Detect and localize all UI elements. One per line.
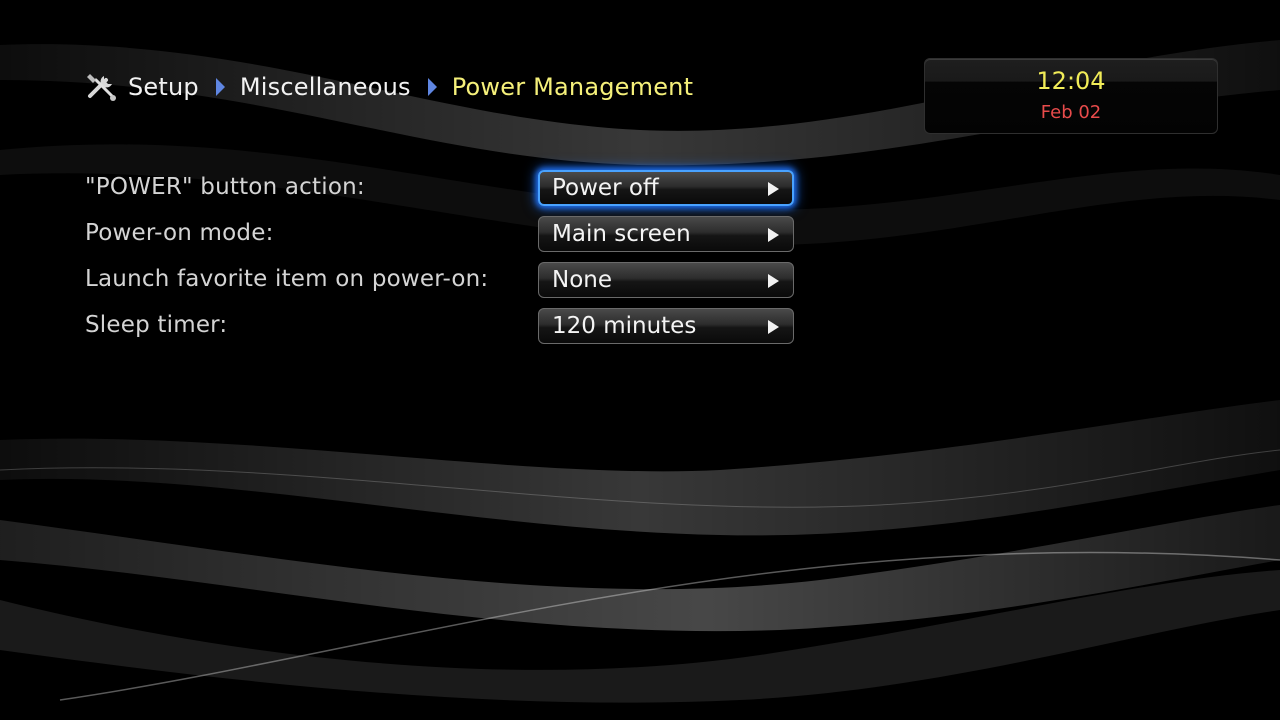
breadcrumb: Setup Miscellaneous Power Management xyxy=(84,68,693,106)
launch-favorite-selector[interactable]: None xyxy=(538,262,794,298)
chevron-right-icon xyxy=(215,78,225,96)
breadcrumb-item-miscellaneous[interactable]: Miscellaneous xyxy=(240,73,411,101)
tools-icon xyxy=(84,70,118,104)
clock-time: 12:04 xyxy=(1036,67,1106,95)
setting-value: 120 minutes xyxy=(552,313,697,339)
setting-value: None xyxy=(552,267,613,293)
sleep-timer-selector[interactable]: 120 minutes xyxy=(538,308,794,344)
arrow-right-icon xyxy=(768,274,779,288)
setting-value: Power off xyxy=(552,175,659,201)
chevron-right-icon xyxy=(427,78,437,96)
breadcrumb-item-setup[interactable]: Setup xyxy=(128,73,199,101)
power-on-mode-selector[interactable]: Main screen xyxy=(538,216,794,252)
clock-panel: 12:04 Feb 02 xyxy=(924,58,1218,134)
breadcrumb-current-page: Power Management xyxy=(451,73,694,101)
arrow-right-icon xyxy=(768,228,779,242)
power-button-action-selector[interactable]: Power off xyxy=(538,170,794,206)
setting-label: Sleep timer: xyxy=(85,312,228,338)
setting-label: Launch favorite item on power-on: xyxy=(85,266,489,292)
setting-label: Power-on mode: xyxy=(85,220,274,246)
clock-date: Feb 02 xyxy=(1040,102,1102,123)
setting-label: "POWER" button action: xyxy=(85,174,365,200)
arrow-right-icon xyxy=(768,320,779,334)
setting-value: Main screen xyxy=(552,221,691,247)
arrow-right-icon xyxy=(768,182,779,196)
